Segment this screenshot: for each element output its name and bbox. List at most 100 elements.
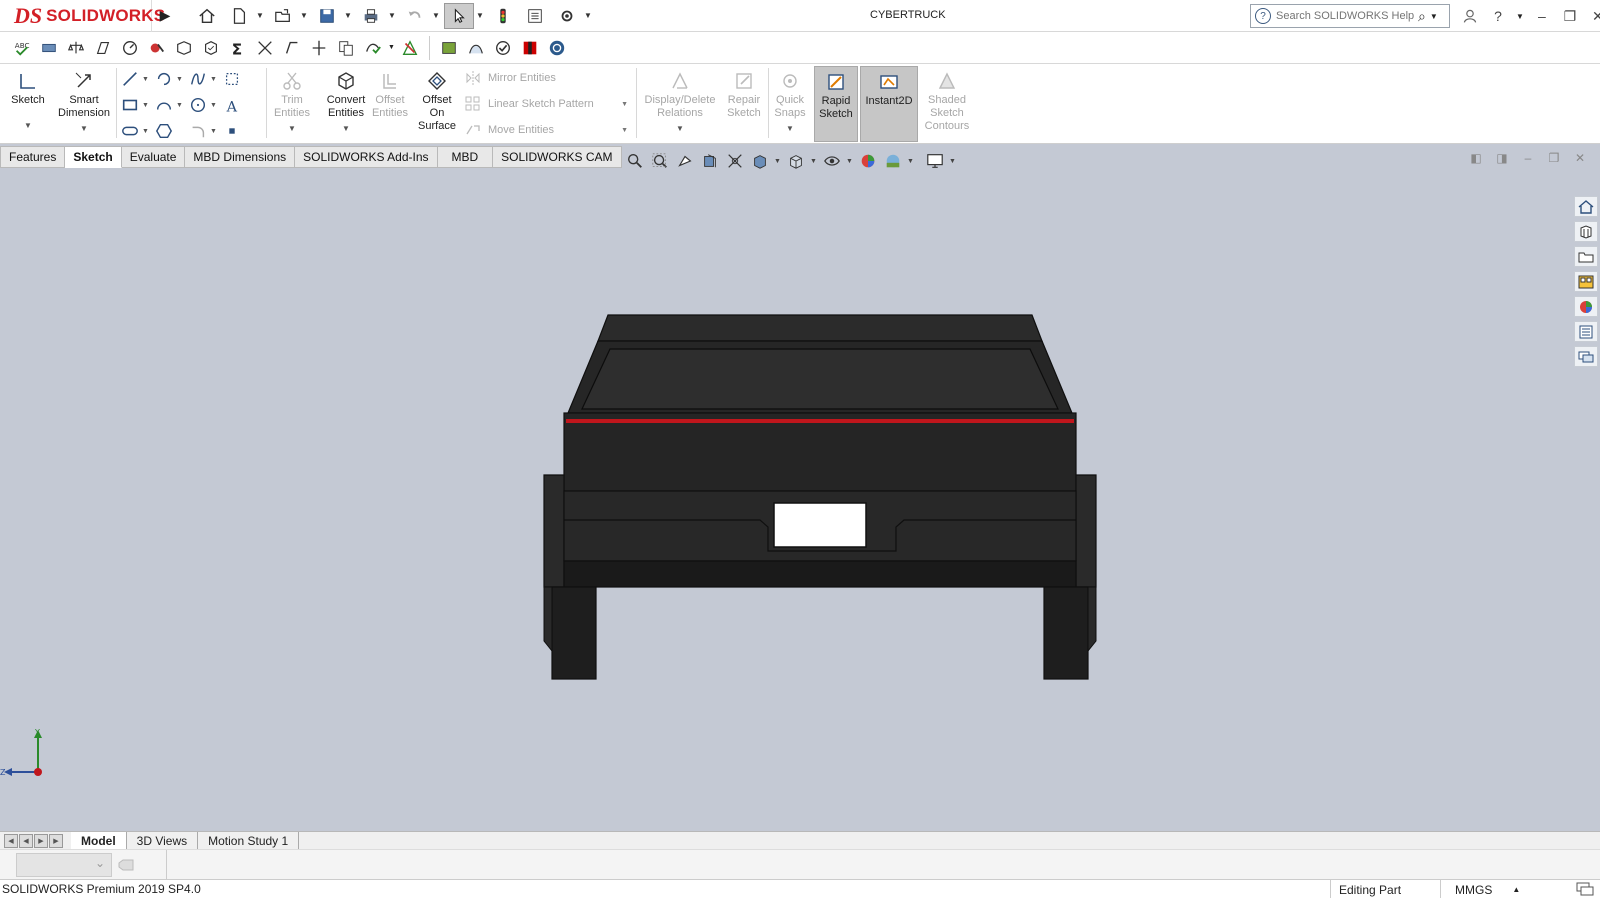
open-dropdown-arrow[interactable]: ▼ bbox=[300, 11, 310, 20]
forum-chat-icon[interactable] bbox=[1574, 346, 1598, 367]
view-settings-dropdown-arrow[interactable]: ▼ bbox=[949, 158, 957, 165]
undo-icon[interactable] bbox=[400, 3, 430, 29]
tab-mbd-dimensions[interactable]: MBD Dimensions bbox=[185, 146, 296, 168]
compare-documents-icon[interactable] bbox=[334, 36, 358, 60]
mirror-entities-button[interactable]: Mirror Entities bbox=[462, 66, 632, 90]
section-properties-icon[interactable] bbox=[91, 36, 115, 60]
dynamic-annotation-views-icon[interactable] bbox=[724, 151, 746, 171]
print-dropdown-arrow[interactable]: ▼ bbox=[388, 11, 398, 20]
new-dropdown-arrow[interactable]: ▼ bbox=[256, 11, 266, 20]
search-dropdown-arrow[interactable]: ▼ bbox=[1430, 12, 1438, 21]
messages-icon[interactable] bbox=[1576, 881, 1594, 897]
zebra-stripes-icon[interactable] bbox=[518, 36, 542, 60]
polygon-icon[interactable] bbox=[152, 120, 176, 142]
slot-icon[interactable] bbox=[118, 120, 142, 142]
close-window-icon[interactable]: ✕ bbox=[1588, 6, 1600, 26]
line-icon[interactable] bbox=[118, 68, 142, 90]
restore-window-icon[interactable]: ❐ bbox=[1560, 6, 1580, 26]
construction-geometry-icon[interactable] bbox=[220, 68, 244, 90]
zoom-to-area-icon[interactable] bbox=[649, 151, 671, 171]
select-cursor-icon[interactable] bbox=[444, 2, 474, 29]
viewport-tile-left-icon[interactable]: ◧ bbox=[1468, 150, 1484, 166]
spline-icon[interactable] bbox=[186, 68, 210, 90]
file-explorer-icon[interactable] bbox=[1574, 246, 1598, 267]
fillet-dropdown-arrow[interactable]: ▼ bbox=[210, 128, 220, 135]
solidworks-logo[interactable]: DS SOLIDWORKS bbox=[0, 0, 165, 32]
zoom-to-fit-icon[interactable] bbox=[624, 151, 646, 171]
apply-scene-icon[interactable] bbox=[882, 151, 904, 171]
parting-line-analysis-icon[interactable] bbox=[307, 36, 331, 60]
tab-mbd[interactable]: MBD bbox=[437, 146, 494, 168]
save-icon[interactable] bbox=[312, 3, 342, 29]
mass-properties-icon[interactable] bbox=[64, 36, 88, 60]
tab-solidworks-cam[interactable]: SOLIDWORKS CAM bbox=[493, 146, 622, 168]
tab-scroll-next-icon[interactable]: ▶ bbox=[34, 833, 48, 848]
move-entities-dropdown-arrow[interactable]: ▼ bbox=[621, 127, 628, 134]
deviation-analysis-icon[interactable] bbox=[398, 36, 422, 60]
line-dropdown-arrow[interactable]: ▼ bbox=[142, 76, 152, 83]
help-icon[interactable]: ? bbox=[1488, 6, 1508, 26]
open-folder-icon[interactable] bbox=[268, 3, 298, 29]
minimize-window-icon[interactable]: – bbox=[1532, 6, 1552, 26]
polygon-dropdown-arrow[interactable]: ▼ bbox=[176, 76, 186, 83]
symmetry-check-icon[interactable] bbox=[491, 36, 515, 60]
file-properties-icon[interactable] bbox=[520, 3, 550, 29]
view-orientation-icon[interactable] bbox=[749, 151, 771, 171]
display-style-dropdown-arrow[interactable]: ▼ bbox=[810, 158, 818, 165]
equations-sigma-icon[interactable]: Σ bbox=[226, 36, 250, 60]
search-help-box[interactable]: ? ⌕ ▼ bbox=[1250, 4, 1450, 28]
rapid-sketch-button[interactable]: Rapid Sketch bbox=[814, 66, 858, 142]
smart-dimension-dropdown-arrow[interactable]: ▼ bbox=[54, 122, 114, 135]
spline-dropdown-arrow[interactable]: ▼ bbox=[210, 76, 220, 83]
linear-sketch-pattern-button[interactable]: Linear Sketch Pattern ▼ bbox=[462, 92, 632, 116]
user-account-icon[interactable] bbox=[1460, 6, 1480, 26]
help-dropdown-arrow[interactable]: ▼ bbox=[1516, 12, 1524, 21]
print-icon[interactable] bbox=[356, 3, 386, 29]
linear-pattern-dropdown-arrow[interactable]: ▼ bbox=[621, 101, 628, 108]
quick-snaps-dropdown-arrow[interactable]: ▼ bbox=[770, 122, 810, 135]
menu-flyout-button[interactable]: ▶ bbox=[152, 0, 178, 32]
tab-model[interactable]: Model bbox=[71, 831, 127, 850]
sketch-button[interactable]: Sketch ▼ bbox=[8, 66, 48, 132]
convert-dropdown-arrow[interactable]: ▼ bbox=[318, 122, 374, 135]
unit-system-selector[interactable]: MMGS ▲ bbox=[1440, 880, 1520, 898]
appearances-scenes-icon[interactable] bbox=[1574, 296, 1598, 317]
arc-icon[interactable] bbox=[152, 94, 176, 116]
undo-dropdown-arrow[interactable]: ▼ bbox=[432, 11, 442, 20]
hide-show-items-icon[interactable] bbox=[821, 151, 843, 171]
hide-show-dropdown-arrow[interactable]: ▼ bbox=[846, 158, 854, 165]
arc-dropdown-arrow[interactable]: ▼ bbox=[176, 102, 186, 109]
repair-sketch-button[interactable]: Repair Sketch bbox=[722, 66, 766, 120]
tab-sketch[interactable]: Sketch bbox=[65, 146, 122, 168]
rectangle-dropdown-arrow[interactable]: ▼ bbox=[142, 102, 152, 109]
move-entities-button[interactable]: Move Entities ▼ bbox=[462, 118, 632, 142]
offset-on-surface-button[interactable]: Offset On Surface bbox=[414, 66, 460, 133]
tab-solidworks-add-ins[interactable]: SOLIDWORKS Add-Ins bbox=[295, 146, 438, 168]
viewport-close-icon[interactable]: ✕ bbox=[1572, 150, 1588, 166]
smart-dimension-button[interactable]: Smart Dimension ▼ bbox=[54, 66, 114, 135]
circle-dropdown-arrow[interactable]: ▼ bbox=[210, 102, 220, 109]
display-delete-relations-button[interactable]: Display/Delete Relations ▼ bbox=[640, 66, 720, 135]
rectangle-icon[interactable] bbox=[118, 94, 142, 116]
draft-analysis-icon[interactable] bbox=[253, 36, 277, 60]
convert-entities-button[interactable]: Convert Entities ▼ bbox=[318, 66, 374, 135]
custom-properties-icon[interactable] bbox=[1574, 321, 1598, 342]
tab-scroll-last-icon[interactable]: ▶ bbox=[49, 833, 63, 848]
shaded-sketch-contours-button[interactable]: Shaded Sketch Contours bbox=[922, 66, 972, 133]
previous-view-icon[interactable] bbox=[674, 151, 696, 171]
tab-motion-study-1[interactable]: Motion Study 1 bbox=[198, 831, 300, 850]
geometry-analysis-icon[interactable] bbox=[199, 36, 223, 60]
save-dropdown-arrow[interactable]: ▼ bbox=[344, 11, 354, 20]
edit-appearance-icon[interactable] bbox=[857, 151, 879, 171]
relations-dropdown-arrow[interactable]: ▼ bbox=[640, 122, 720, 135]
check-sketch-icon[interactable] bbox=[361, 36, 385, 60]
measure-icon[interactable] bbox=[37, 36, 61, 60]
select-dropdown-arrow[interactable]: ▼ bbox=[476, 11, 486, 20]
viewport-minimize-icon[interactable]: – bbox=[1520, 150, 1536, 166]
search-input[interactable] bbox=[1276, 10, 1416, 22]
fillet-icon[interactable] bbox=[186, 120, 210, 142]
view-palette-icon[interactable] bbox=[1574, 271, 1598, 292]
home-icon[interactable] bbox=[192, 3, 222, 29]
instant2d-button[interactable]: Instant2D bbox=[860, 66, 918, 142]
sensor-icon[interactable] bbox=[118, 36, 142, 60]
